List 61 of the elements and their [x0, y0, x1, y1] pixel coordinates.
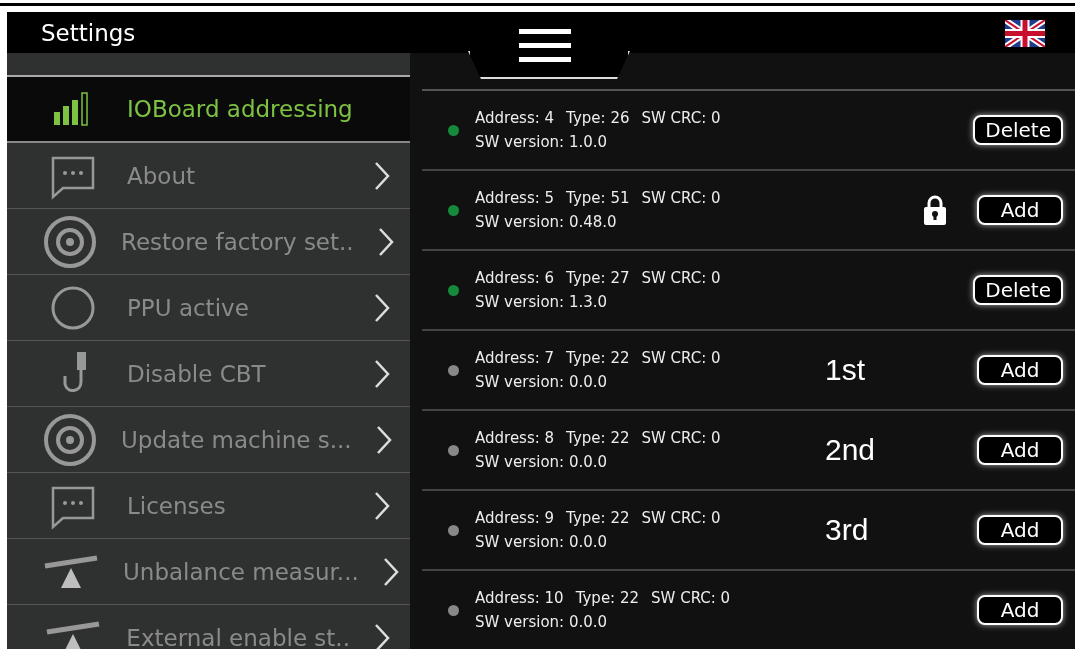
version-text: SW version: 0.0.0 [475, 533, 609, 551]
device-action-button[interactable]: Add [977, 355, 1063, 385]
circle-icon [50, 284, 96, 331]
chevron-icon [374, 490, 390, 521]
type-text: Type: 26 [566, 109, 630, 127]
address-text: Address: 6 [475, 269, 555, 287]
crc-text: SW CRC: 0 [641, 269, 721, 287]
sidebar-item[interactable]: IOBoard addressing [7, 77, 410, 143]
order-label: 1st [825, 353, 866, 386]
device-action-button[interactable]: Delete [973, 115, 1063, 145]
chevron-icon [377, 226, 394, 257]
device-action-button[interactable]: Delete [973, 275, 1063, 305]
header-title: Settings [41, 20, 136, 46]
chevron-icon [374, 292, 390, 323]
crc-text: SW CRC: 0 [651, 589, 731, 607]
address-text: Address: 9 [475, 509, 555, 527]
chevron-icon [375, 424, 392, 455]
address-text: Address: 4 [475, 109, 555, 127]
crc-text: SW CRC: 0 [641, 349, 721, 367]
sidebar-item[interactable]: Restore factory set.. [7, 209, 410, 275]
type-text: Type: 22 [566, 349, 630, 367]
address-text: Address: 10 [475, 589, 564, 607]
device-action-button[interactable]: Add [977, 195, 1063, 225]
menu-icon[interactable] [519, 29, 571, 63]
device-action-button[interactable]: Add [977, 515, 1063, 545]
chevron-icon [374, 358, 390, 389]
crc-text: SW CRC: 0 [641, 429, 721, 447]
version-text: SW version: 0.0.0 [475, 373, 609, 391]
version-text: SW version: 0.0.0 [475, 453, 609, 471]
address-text: Address: 7 [475, 349, 555, 367]
chevron-icon [382, 556, 399, 587]
address-text: Address: 5 [475, 189, 555, 207]
order-label: 2nd [825, 433, 876, 466]
version-text: SW version: 1.3.0 [475, 293, 609, 311]
device-action-button[interactable]: Add [977, 595, 1063, 625]
chevron-icon [374, 160, 390, 191]
address-text: Address: 8 [475, 429, 555, 447]
crc-text: SW CRC: 0 [641, 189, 721, 207]
sidebar-item[interactable]: Licenses [7, 473, 410, 539]
uk-flag-icon [1005, 19, 1045, 47]
type-text: Type: 51 [566, 189, 630, 207]
device-action-button[interactable]: Add [977, 435, 1063, 465]
version-text: SW version: 1.0.0 [475, 133, 609, 151]
type-text: Type: 22 [575, 589, 640, 607]
crc-text: SW CRC: 0 [641, 509, 721, 527]
sidebar-item[interactable]: PPU active [7, 275, 410, 341]
type-text: Type: 27 [566, 269, 630, 287]
sidebar-item[interactable]: External enable st.. [7, 605, 410, 649]
sidebar-item[interactable]: Disable CBT [7, 341, 410, 407]
crc-text: SW CRC: 0 [641, 109, 721, 127]
type-text: Type: 22 [566, 429, 630, 447]
version-text: SW version: 0.0.0 [475, 613, 609, 631]
target-icon [43, 412, 97, 467]
version-text: SW version: 0.48.0 [475, 213, 618, 231]
sidebar-item[interactable]: About [7, 143, 410, 209]
chevron-icon [374, 622, 390, 649]
target-icon [43, 214, 97, 269]
order-label: 3rd [825, 513, 869, 546]
sidebar-item[interactable]: Unbalance measur... [7, 539, 410, 605]
type-text: Type: 22 [566, 509, 630, 527]
sidebar-item[interactable]: Update machine s... [7, 407, 410, 473]
